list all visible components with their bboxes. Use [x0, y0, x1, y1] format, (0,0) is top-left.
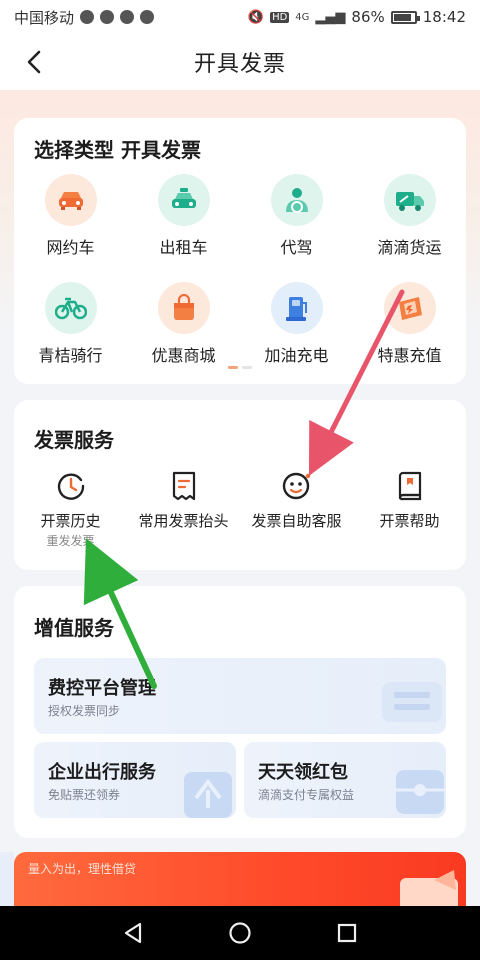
signal-icon: ▂▄▆ [315, 9, 346, 25]
service-sublabel: 重发发票 [46, 534, 95, 548]
network-label: 4G [295, 11, 310, 23]
service-self-help[interactable]: 发票自助客服 [240, 466, 353, 549]
type-label: 网约车 [46, 238, 95, 257]
service-help[interactable]: 开票帮助 [353, 466, 466, 549]
type-item-taxi[interactable]: 出租车 [127, 172, 240, 280]
nav-recents-button[interactable] [327, 913, 367, 953]
type-item-recharge[interactable]: 特惠充值 [353, 280, 466, 388]
type-item-designated-driver[interactable]: 代驾 [240, 172, 353, 280]
printer-icon [382, 682, 442, 722]
customer-service-icon [282, 472, 310, 500]
type-label: 加油充电 [264, 346, 329, 365]
triangle-back-icon [125, 922, 142, 944]
driver-icon [285, 188, 308, 213]
service-label: 常用发票抬头 [138, 512, 229, 530]
system-nav-bar [0, 906, 480, 960]
home-circle-icon [229, 922, 251, 944]
service-label: 发票自助客服 [251, 512, 342, 530]
invoice-type-title: 选择类型 开具发票 [34, 138, 201, 162]
tile-daily-red-packet[interactable]: 天天领红包 滴滴支付专属权益 [244, 742, 446, 818]
receipt-icon [172, 471, 195, 501]
notification-icon [140, 10, 155, 24]
square-recents-icon [337, 923, 356, 943]
nav-bar: 开具发票 [0, 34, 480, 90]
carousel-indicator [228, 366, 252, 369]
tile-subtitle: 免贴票还领券 [48, 788, 121, 802]
status-bar: 中国移动 🔇 HD 4G ▂▄▆ 86% 18:42 [0, 0, 480, 34]
type-label: 特惠充值 [377, 346, 442, 365]
shopping-bag-icon [173, 294, 194, 320]
help-book-icon [398, 471, 421, 501]
type-item-fuel-charge[interactable]: 加油充电 [240, 280, 353, 388]
type-label: 优惠商城 [151, 346, 216, 365]
invoice-type-grid: 网约车 出租车 代驾 滴滴货运 青桔骑行 优惠商城 加油充电 特惠充值 [14, 172, 466, 388]
tile-enterprise-travel[interactable]: 企业出行服务 免贴票还领券 [34, 742, 236, 818]
type-item-ride-hailing[interactable]: 网约车 [14, 172, 127, 280]
nav-back-button[interactable] [113, 913, 153, 953]
tile-title: 天天领红包 [258, 762, 348, 783]
back-button[interactable] [18, 46, 50, 78]
invoice-services-grid: 开票历史 重发发票 常用发票抬头 发票自助客服 开票帮助 [14, 466, 466, 549]
coupon-icon [396, 770, 444, 814]
tile-subtitle: 滴滴支付专属权益 [258, 788, 355, 802]
value-added-services-title: 增值服务 [34, 616, 114, 640]
tile-subtitle: 授权发票同步 [48, 704, 121, 718]
tile-title: 费控平台管理 [48, 678, 156, 699]
bike-icon [54, 297, 87, 320]
carrier-label: 中国移动 [14, 8, 75, 27]
invoice-services-title: 发票服务 [34, 428, 114, 452]
banner-text: 量入为出，理性借贷 [28, 862, 137, 876]
type-item-freight[interactable]: 滴滴货运 [353, 172, 466, 280]
type-item-mall[interactable]: 优惠商城 [127, 280, 240, 388]
banner-edge [0, 852, 14, 912]
tile-expense-platform[interactable]: 费控平台管理 授权发票同步 [34, 658, 446, 734]
app-icon [120, 10, 135, 24]
mute-icon: 🔇 [247, 9, 265, 25]
hd-badge: HD [270, 11, 290, 23]
chat-icon [80, 10, 95, 24]
value-added-services-card: 增值服务 费控平台管理 授权发票同步 企业出行服务 免贴票还领券 天天领红包 滴… [14, 586, 466, 838]
message-icon [100, 10, 115, 24]
type-label: 滴滴货运 [377, 238, 442, 257]
type-item-bike[interactable]: 青桔骑行 [14, 280, 127, 388]
enterprise-icon [184, 772, 232, 818]
promo-banner[interactable]: 量入为出，理性借贷 [14, 852, 466, 912]
recharge-icon [398, 297, 422, 320]
clock-icon [57, 473, 84, 500]
type-label: 代驾 [280, 238, 313, 257]
page-title: 开具发票 [193, 52, 286, 77]
car-icon [58, 192, 83, 210]
battery-icon [390, 10, 420, 24]
service-label: 开票帮助 [379, 512, 440, 530]
service-label: 开票历史 [40, 512, 101, 530]
clock-time: 18:42 [422, 8, 466, 26]
taxi-icon [171, 188, 196, 208]
invoice-type-card: 选择类型 开具发票 网约车 出租车 代驾 滴滴货运 青桔骑行 优惠商城 加油充电… [14, 118, 466, 384]
nav-home-button[interactable] [220, 913, 260, 953]
type-label: 出租车 [159, 238, 208, 257]
fuel-pump-icon [285, 297, 307, 321]
chevron-left-icon [27, 50, 41, 74]
tile-title: 企业出行服务 [48, 762, 156, 783]
truck-icon [395, 192, 424, 211]
battery-percent: 86% [351, 8, 385, 26]
service-common-title[interactable]: 常用发票抬头 [127, 466, 240, 549]
service-invoice-history[interactable]: 开票历史 重发发票 [14, 466, 127, 549]
invoice-services-card: 发票服务 开票历史 重发发票 常用发票抬头 发票自助客服 开票帮助 [14, 400, 466, 570]
type-label: 青桔骑行 [38, 346, 103, 365]
